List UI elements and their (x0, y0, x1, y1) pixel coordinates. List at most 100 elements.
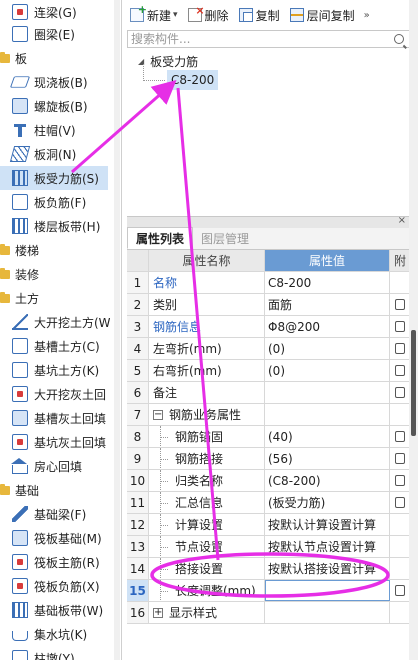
column-cap-icon (12, 122, 28, 138)
property-row[interactable]: 11 汇总信息 (板受力筋) (127, 492, 410, 514)
attach-checkbox[interactable] (395, 585, 405, 596)
property-row[interactable]: 8 钢筋锚固 (40) (127, 426, 410, 448)
property-row[interactable]: 5 右弯折(mm) (0) (127, 360, 410, 382)
row-number: 1 (127, 272, 149, 293)
sidebar-item-8[interactable]: 板负筋(F) (0, 190, 108, 214)
sidebar-item-11[interactable]: 装修 (0, 262, 108, 286)
property-row[interactable]: 6 备注 (127, 382, 410, 404)
attach-checkbox[interactable] (395, 453, 405, 464)
sidebar-item-4[interactable]: 螺旋板(B) (0, 94, 108, 118)
sidebar-item-15[interactable]: 基坑土方(K) (0, 358, 108, 382)
sidebar-item-23[interactable]: 筏板主筋(R) (0, 550, 108, 574)
property-row[interactable]: 7− 钢筋业务属性 (127, 404, 410, 426)
property-row[interactable]: 9 钢筋搭接 (56) (127, 448, 410, 470)
property-name-text: 节点设置 (175, 540, 224, 554)
property-value-cell[interactable] (265, 382, 390, 403)
sidebar-item-22[interactable]: 筏板基础(M) (0, 526, 108, 550)
close-icon[interactable]: × (398, 215, 406, 226)
attach-checkbox[interactable] (395, 299, 405, 310)
sidebar-item-21[interactable]: 基础梁(F) (0, 502, 108, 526)
sidebar-item-0[interactable]: 连梁(G) (0, 0, 108, 24)
property-row[interactable]: 16 + 显示样式 (127, 602, 410, 624)
vertical-scrollbar-thumb[interactable] (411, 330, 416, 436)
property-row[interactable]: 10 归类名称 (C8-200) (127, 470, 410, 492)
collapse-icon[interactable]: − (153, 409, 163, 420)
property-value-cell[interactable]: Φ8@200 (265, 316, 390, 337)
sidebar-item-14[interactable]: 基槽土方(C) (0, 334, 108, 358)
sidebar-item-20[interactable]: 基础 (0, 478, 108, 502)
tree-connector (143, 80, 165, 81)
property-row[interactable]: 14 搭接设置 按默认搭接设置计算 (127, 558, 410, 580)
sidebar-item-2[interactable]: 板 (0, 46, 108, 70)
nav-scrollbar[interactable] (114, 0, 120, 660)
row-number: 12 (127, 514, 149, 535)
sidebar-item-7[interactable]: 板受力筋(S) (0, 166, 108, 190)
attach-checkbox[interactable] (395, 431, 405, 442)
property-row[interactable]: 4 左弯折(mm) (0) (127, 338, 410, 360)
spiral-slab-icon (12, 98, 28, 114)
sidebar-item-24[interactable]: 筏板负筋(X) (0, 574, 108, 598)
property-value-cell[interactable]: 按默认节点设置计算 (265, 536, 390, 557)
property-value-cell[interactable]: 面筋 (265, 294, 390, 315)
property-value-cell[interactable]: (0) (265, 360, 390, 381)
attach-checkbox[interactable] (395, 365, 405, 376)
sidebar-item-12[interactable]: 土方 (0, 286, 108, 310)
tab-property-list[interactable]: 属性列表 (127, 227, 194, 249)
sidebar-item-13[interactable]: 大开挖土方(W (0, 310, 110, 334)
property-name-text: 显示样式 (169, 606, 218, 620)
sidebar-item-19[interactable]: 房心回填 (0, 454, 108, 478)
sidebar-item-26[interactable]: 集水坑(K) (0, 622, 108, 646)
sidebar-item-18[interactable]: 基坑灰土回填 (0, 430, 108, 454)
tree-node-selected[interactable]: C8-200 (167, 70, 219, 90)
attach-checkbox[interactable] (395, 343, 405, 354)
property-value-cell[interactable]: 按默认搭接设置计算 (265, 558, 390, 579)
sidebar-item-5[interactable]: 柱帽(V) (0, 118, 108, 142)
expand-icon[interactable]: + (153, 607, 163, 618)
sidebar-item-1[interactable]: 圈梁(E) (0, 22, 108, 46)
sidebar-item-16[interactable]: 大开挖灰土回 (0, 382, 108, 406)
attach-checkbox[interactable] (395, 321, 405, 332)
attach-checkbox[interactable] (395, 475, 405, 486)
attach-cell (390, 492, 410, 513)
property-value-cell[interactable]: 按默认计算设置计算 (265, 514, 390, 535)
property-row[interactable]: 13 节点设置 按默认节点设置计算 (127, 536, 410, 558)
property-row[interactable]: 12 计算设置 按默认计算设置计算 (127, 514, 410, 536)
property-value-cell[interactable]: (56) (265, 448, 390, 469)
search-icon[interactable] (394, 34, 404, 44)
sidebar-item-3[interactable]: 现浇板(B) (0, 70, 108, 94)
property-row[interactable]: 1 名称 C8-200 (127, 272, 410, 294)
property-value-cell[interactable] (265, 580, 390, 601)
sidebar-item-17[interactable]: 基槽灰土回填 (0, 406, 108, 430)
attach-checkbox[interactable] (395, 497, 405, 508)
header-attach-cell: 附 (393, 254, 406, 268)
sidebar-item-label: 圈梁(E) (34, 27, 75, 42)
property-value-cell[interactable]: (40) (265, 426, 390, 447)
sidebar-item-9[interactable]: 楼层板带(H) (0, 214, 108, 238)
property-row[interactable]: 2 类别 面筋 (127, 294, 410, 316)
property-value-cell[interactable]: (板受力筋) (265, 492, 390, 513)
sidebar-item-25[interactable]: 基础板带(W) (0, 598, 108, 622)
property-name-cell: 搭接设置 (149, 558, 265, 579)
delete-button[interactable]: 删除 (185, 4, 232, 26)
sidebar-item-27[interactable]: 柱墩(Y) (0, 646, 108, 660)
attach-checkbox[interactable] (395, 387, 405, 398)
property-row[interactable]: 3 钢筋信息 Φ8@200 (127, 316, 410, 338)
tree-node-root[interactable]: ◢ 板受力筋 (138, 52, 198, 70)
sidebar-item-6[interactable]: 板洞(N) (0, 142, 108, 166)
property-value-cell[interactable] (265, 602, 390, 623)
panel-divider[interactable] (121, 0, 122, 660)
property-value-cell[interactable] (265, 404, 390, 425)
floor-copy-button[interactable]: 层间复制 (287, 4, 358, 26)
property-value-cell[interactable]: (C8-200) (265, 470, 390, 491)
property-row[interactable]: 15 长度调整(mm) (127, 580, 410, 602)
new-button[interactable]: 新建 ▾ (127, 3, 181, 26)
tab-layer-management[interactable]: 图层管理 (193, 227, 257, 249)
property-grid-header: 属性名称 属性值 附 (127, 250, 410, 272)
copy-button[interactable]: 复制 (236, 4, 283, 26)
toolbar-overflow-icon[interactable]: » (364, 10, 370, 21)
property-value-cell[interactable]: C8-200 (265, 272, 390, 293)
sidebar-item-10[interactable]: 楼梯 (0, 238, 108, 262)
property-name-text: 钢筋搭接 (175, 452, 224, 466)
search-input[interactable] (128, 31, 394, 47)
property-value-cell[interactable]: (0) (265, 338, 390, 359)
